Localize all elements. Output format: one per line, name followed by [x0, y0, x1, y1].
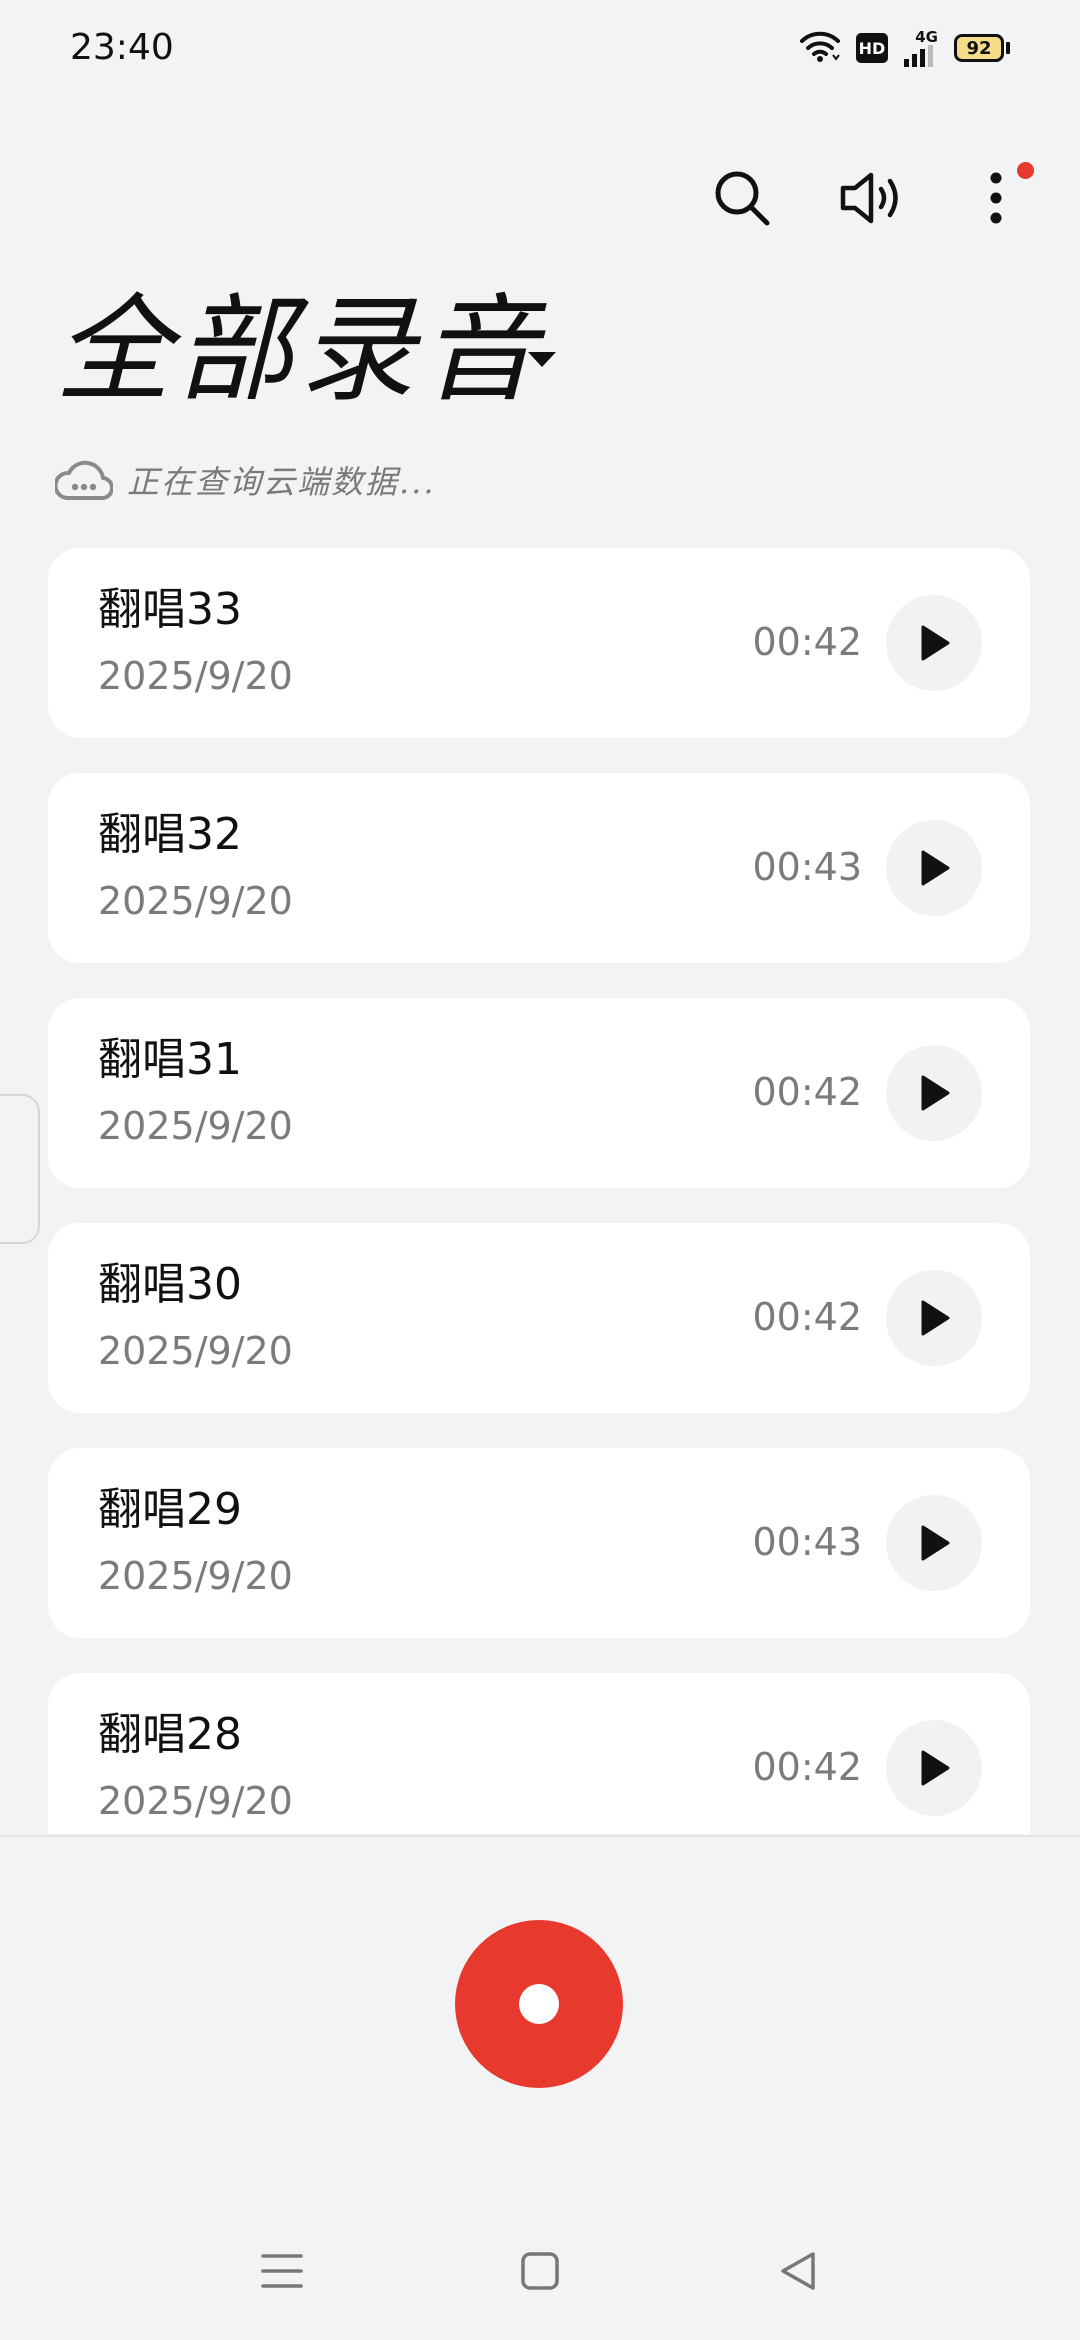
- search-button[interactable]: [702, 160, 782, 240]
- wifi-icon: [800, 29, 840, 67]
- play-icon: [921, 1750, 950, 1786]
- play-icon: [921, 1300, 950, 1336]
- recording-date: 2025/9/20: [98, 1779, 293, 1823]
- nav-home-button[interactable]: [495, 2236, 585, 2306]
- recording-item[interactable]: 翻唱32 2025/9/20 00:43: [48, 773, 1030, 963]
- recording-name: 翻唱30: [98, 1259, 242, 1310]
- recording-name: 翻唱32: [98, 809, 242, 860]
- bottom-divider: [0, 1835, 1080, 1837]
- recording-date: 2025/9/20: [98, 1554, 293, 1598]
- recording-name: 翻唱31: [98, 1034, 242, 1085]
- play-button[interactable]: [886, 1270, 982, 1366]
- home-icon: [521, 2252, 559, 2290]
- play-button[interactable]: [886, 1495, 982, 1591]
- recording-date: 2025/9/20: [98, 1104, 293, 1148]
- status-time: 23:40: [70, 27, 174, 68]
- cloud-sync-status: 正在查询云端数据...: [53, 452, 436, 508]
- recording-duration: 00:42: [752, 620, 862, 664]
- status-icons: HD 4G 92: [800, 26, 1010, 70]
- nav-menu-button[interactable]: [237, 2236, 327, 2306]
- recording-name: 翻唱28: [98, 1709, 242, 1760]
- search-icon: [712, 168, 772, 232]
- recording-list[interactable]: 翻唱33 2025/9/20 00:42 翻唱32 2025/9/20 00:4…: [0, 540, 1080, 1834]
- chevron-down-icon[interactable]: [528, 352, 556, 367]
- battery-icon: 92: [954, 34, 1010, 62]
- side-drawer-handle[interactable]: [0, 1094, 40, 1244]
- play-button[interactable]: [886, 595, 982, 691]
- recording-date: 2025/9/20: [98, 654, 293, 698]
- speaker-button[interactable]: [832, 160, 912, 240]
- recording-duration: 00:42: [752, 1745, 862, 1789]
- recording-name: 翻唱29: [98, 1484, 242, 1535]
- recording-item[interactable]: 翻唱31 2025/9/20 00:42: [48, 998, 1030, 1188]
- play-icon: [921, 850, 950, 886]
- recording-item[interactable]: 翻唱28 2025/9/20 00:42: [48, 1673, 1030, 1834]
- signal-icon: 4G: [904, 27, 938, 67]
- recording-date: 2025/9/20: [98, 1329, 293, 1373]
- play-button[interactable]: [886, 820, 982, 916]
- notification-dot: [1017, 162, 1034, 179]
- recording-duration: 00:43: [752, 1520, 862, 1564]
- play-icon: [921, 625, 950, 661]
- sync-status-text: 正在查询云端数据...: [127, 463, 436, 501]
- recording-date: 2025/9/20: [98, 879, 293, 923]
- play-button[interactable]: [886, 1720, 982, 1816]
- speaker-icon: [839, 170, 905, 230]
- recording-duration: 00:42: [752, 1070, 862, 1114]
- recording-item[interactable]: 翻唱29 2025/9/20 00:43: [48, 1448, 1030, 1638]
- play-button[interactable]: [886, 1045, 982, 1141]
- play-icon: [921, 1525, 950, 1561]
- nav-back-button[interactable]: [753, 2236, 843, 2306]
- recording-name: 翻唱33: [98, 584, 242, 635]
- hd-icon: HD: [856, 33, 888, 63]
- battery-level: 92: [954, 34, 1004, 62]
- network-type: 4G: [915, 27, 938, 46]
- more-icon: [989, 171, 1003, 229]
- record-button[interactable]: [455, 1920, 623, 2088]
- menu-icon: [261, 2254, 303, 2288]
- back-icon: [781, 2252, 815, 2290]
- recording-duration: 00:43: [752, 845, 862, 889]
- cloud-icon: [53, 454, 114, 506]
- page-title[interactable]: 全部录音: [55, 286, 543, 416]
- recording-duration: 00:42: [752, 1295, 862, 1339]
- recording-item[interactable]: 翻唱33 2025/9/20 00:42: [48, 548, 1030, 738]
- recording-item[interactable]: 翻唱30 2025/9/20 00:42: [48, 1223, 1030, 1413]
- play-icon: [921, 1075, 950, 1111]
- record-icon: [519, 1984, 559, 2024]
